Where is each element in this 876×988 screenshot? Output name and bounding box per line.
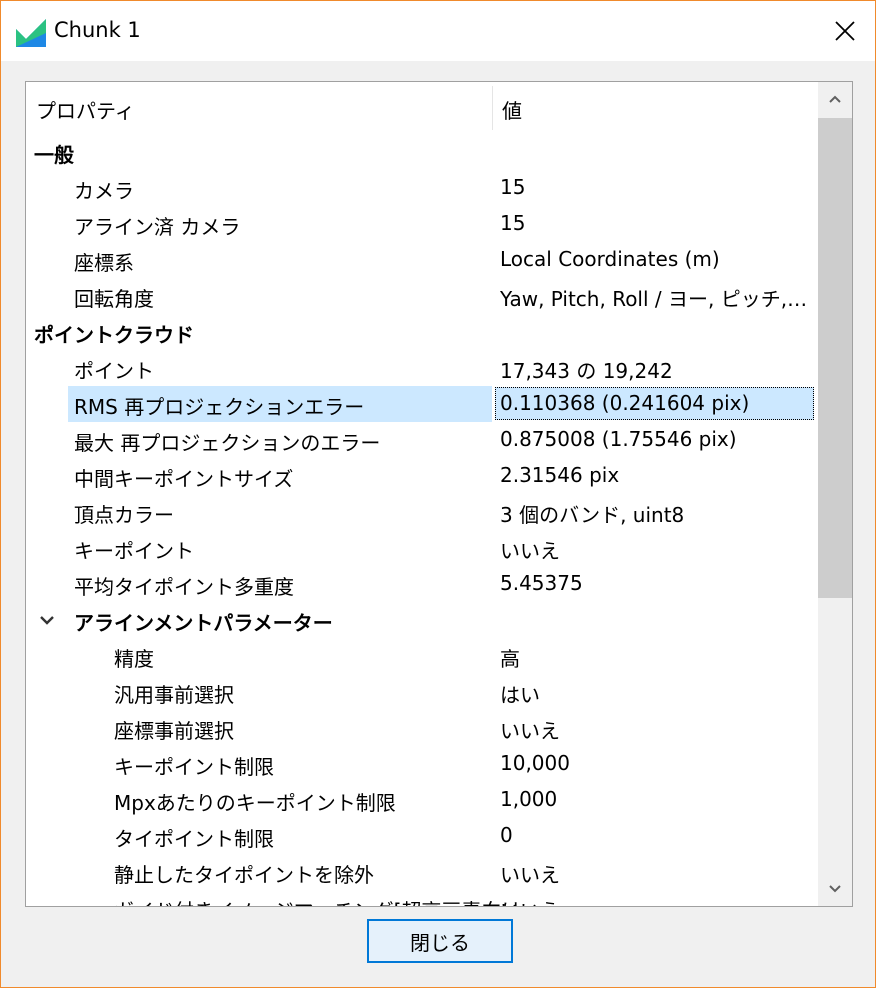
title-bar: Chunk 1 <box>1 1 875 61</box>
chevron-down-icon[interactable] <box>38 613 56 627</box>
table-row[interactable]: 中間キーポイントサイズ 2.31546 pix <box>26 458 818 494</box>
table-header: プロパティ 値 <box>26 82 818 132</box>
table-row[interactable]: Mpxあたりのキーポイント制限 1,000 <box>26 782 818 818</box>
property-label: キーポイント <box>74 539 194 563</box>
table-row[interactable]: 回転角度 Yaw, Pitch, Roll / ヨー, ピッチ, ロ... <box>26 278 818 314</box>
property-label: Mpxあたりのキーポイント制限 <box>114 791 396 815</box>
close-window-button[interactable] <box>815 1 875 61</box>
column-header-value[interactable]: 値 <box>502 95 522 124</box>
property-value: いいえ <box>500 863 560 887</box>
table-row[interactable]: 座標系 Local Coordinates (m) <box>26 242 818 278</box>
window-title: Chunk 1 <box>54 18 141 42</box>
table-group-row[interactable]: 一般 <box>26 134 818 170</box>
scroll-down-button[interactable] <box>818 872 852 906</box>
scroll-up-button[interactable] <box>818 82 852 116</box>
property-value: Local Coordinates (m) <box>500 247 720 271</box>
property-label: 座標事前選択 <box>114 719 234 743</box>
property-value: 高 <box>500 647 520 671</box>
property-label: RMS 再プロジェクションエラー <box>74 395 365 419</box>
property-label: 最大 再プロジェクションのエラー <box>74 431 381 455</box>
property-value: 0.110368 (0.241604 pix) <box>500 391 750 415</box>
table-row[interactable]: 頂点カラー 3 個のバンド, uint8 <box>26 494 818 530</box>
table-group-row[interactable]: ポイントクラウド <box>26 314 818 350</box>
properties-table: プロパティ 値 一般 カメラ 15 アライン済 カメラ 15 座標系 Local Coord… <box>25 81 853 907</box>
vertical-scrollbar[interactable] <box>818 82 852 906</box>
table-row[interactable]: 静止したタイポイントを除外 いいえ <box>26 854 818 890</box>
property-label: 回転角度 <box>74 287 154 311</box>
property-label: カメラ <box>74 179 134 203</box>
table-row[interactable]: ポイント 17,343 の 19,242 <box>26 350 818 386</box>
property-label: ポイントクラウド <box>34 323 194 347</box>
property-label: アラインメントパラメーター <box>74 611 333 635</box>
property-label: 平均タイポイント多重度 <box>74 575 294 599</box>
property-value: 15 <box>500 211 526 235</box>
app-icon <box>16 19 46 47</box>
column-header-property[interactable]: プロパティ <box>36 95 135 124</box>
property-label: アライン済 カメラ <box>74 215 241 239</box>
property-label: キーポイント制限 <box>114 755 274 779</box>
property-label: ポイント <box>74 359 154 383</box>
property-label: ガイド付きイメージマッチング[超高画素向け <box>114 895 521 906</box>
dialog-window: Chunk 1 プロパティ 値 一般 カメラ 15 アライン済 カメラ 15 座標系 Loc… <box>0 0 876 988</box>
table-row[interactable]: キーポイント制限 10,000 <box>26 746 818 782</box>
property-label: 精度 <box>114 647 154 671</box>
property-value: はい <box>500 683 540 707</box>
table-group-row[interactable]: アラインメントパラメーター <box>26 602 818 638</box>
scroll-down-icon <box>829 885 841 893</box>
table-row[interactable]: RMS 再プロジェクションエラー 0.110368 (0.241604 pix) <box>26 386 818 422</box>
property-value: 2.31546 pix <box>500 463 620 487</box>
table-row[interactable]: 汎用事前選択 はい <box>26 674 818 710</box>
property-label: 一般 <box>34 143 74 167</box>
table-row[interactable]: 最大 再プロジェクションのエラー 0.875008 (1.75546 pix) <box>26 422 818 458</box>
property-label: 頂点カラー <box>74 503 174 527</box>
table-row[interactable]: タイポイント制限 0 <box>26 818 818 854</box>
table-row[interactable]: カメラ 15 <box>26 170 818 206</box>
table-row[interactable]: アライン済 カメラ 15 <box>26 206 818 242</box>
close-icon <box>835 21 855 41</box>
scrollbar-thumb[interactable] <box>818 118 852 598</box>
property-label: 座標系 <box>74 251 134 275</box>
property-value: 10,000 <box>500 751 570 775</box>
property-value: 0 <box>500 823 513 847</box>
table-row[interactable]: 座標事前選択 いいえ <box>26 710 818 746</box>
property-value: Yaw, Pitch, Roll / ヨー, ピッチ, ロ... <box>500 287 812 311</box>
property-value: 15 <box>500 175 526 199</box>
column-divider[interactable] <box>492 86 493 130</box>
property-value: いいえ <box>500 539 560 563</box>
table-row[interactable]: 平均タイポイント多重度 5.45375 <box>26 566 818 602</box>
property-value: 5.45375 <box>500 571 583 595</box>
table-body: 一般 カメラ 15 アライン済 カメラ 15 座標系 Local Coordinates (… <box>26 134 818 906</box>
property-label: 汎用事前選択 <box>114 683 234 707</box>
property-value: 3 個のバンド, uint8 <box>500 503 685 527</box>
close-button[interactable]: 閉じる <box>367 919 513 963</box>
property-label: 中間キーポイントサイズ <box>74 467 294 491</box>
property-value: いいえ <box>500 719 560 743</box>
table-row[interactable]: ガイド付きイメージマッチング[超高画素向けいいえ <box>26 890 818 906</box>
property-label: 静止したタイポイントを除外 <box>114 863 374 887</box>
property-value: 17,343 の 19,242 <box>500 359 673 383</box>
table-row[interactable]: キーポイント いいえ <box>26 530 818 566</box>
property-value: いいえ <box>500 895 812 906</box>
scroll-up-icon <box>829 95 841 103</box>
property-value: 0.875008 (1.75546 pix) <box>500 427 737 451</box>
property-label: タイポイント制限 <box>114 827 274 851</box>
property-value: 1,000 <box>500 787 558 811</box>
table-row[interactable]: 精度 高 <box>26 638 818 674</box>
